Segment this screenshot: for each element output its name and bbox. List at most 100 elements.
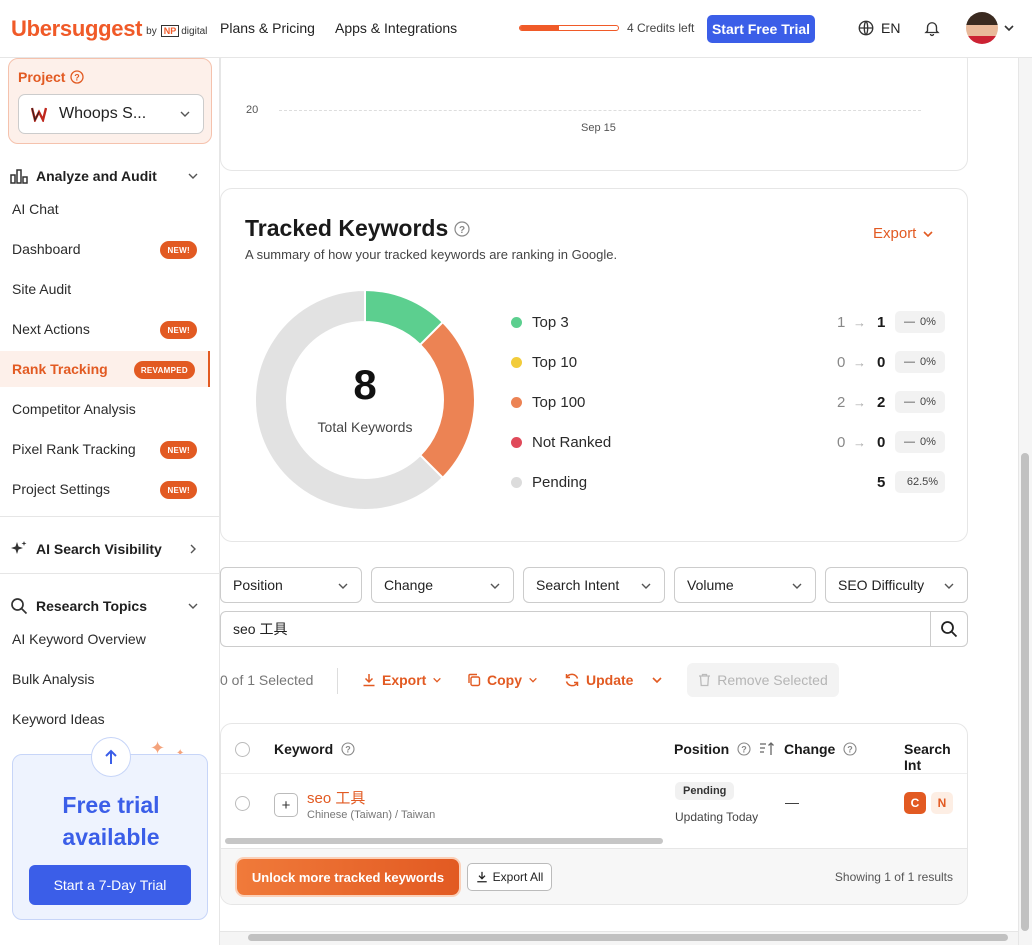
main-content: 20 Sep 15 Tracked Keywords ? A summary o… <box>220 58 1032 945</box>
help-icon[interactable]: ? <box>454 220 470 237</box>
new-badge: NEW! <box>160 481 197 499</box>
row-checkbox[interactable] <box>235 796 250 811</box>
filter-volume[interactable]: Volume <box>674 567 816 603</box>
filter-change[interactable]: Change <box>371 567 514 603</box>
section-research-label: Research Topics <box>36 598 148 614</box>
sidebar-item-keyword-ideas[interactable]: Keyword Ideas <box>0 701 210 737</box>
expand-row-button[interactable]: + <box>274 793 298 817</box>
help-icon[interactable]: ? <box>737 742 751 756</box>
copy-button[interactable]: Copy <box>467 672 538 688</box>
ubersuggest-logo[interactable]: Ubersuggest by NP digital <box>11 16 207 42</box>
arrow-up-icon <box>91 737 131 777</box>
credits-progress-fill <box>520 26 560 30</box>
chevron-down-icon <box>490 583 500 589</box>
keywords-table: Keyword ? Position ? Change ? Search Int… <box>220 723 968 905</box>
table-horizontal-scrollbar[interactable] <box>225 838 663 844</box>
page-vertical-scrollbar[interactable] <box>1021 453 1029 931</box>
chevron-down-icon <box>180 111 190 117</box>
export-all-button[interactable]: Export All <box>467 863 552 891</box>
section-ai-search-visibility[interactable]: AI Search Visibility <box>0 539 220 559</box>
remove-selected-button[interactable]: Remove Selected <box>687 663 839 697</box>
column-header-label: Change <box>784 741 836 757</box>
sidebar-item-ai-keyword-overview[interactable]: AI Keyword Overview <box>0 621 210 657</box>
chevron-down-icon <box>923 230 933 237</box>
sidebar-item-label: AI Chat <box>12 201 59 217</box>
donut-total-value: 8 <box>353 361 376 408</box>
select-all-checkbox[interactable] <box>235 742 250 757</box>
export-button[interactable]: Export <box>362 672 442 688</box>
sidebar-item-label: Project Settings <box>12 481 111 497</box>
filter-label: Search Intent <box>536 577 620 593</box>
start-free-trial-button[interactable]: Start Free Trial <box>707 15 815 43</box>
sidebar-item-next-actions[interactable]: Next Actions NEW! <box>0 311 210 347</box>
nav-plans-pricing[interactable]: Plans & Pricing <box>220 20 315 36</box>
sidebar-item-pixel-rank-tracking[interactable]: Pixel Rank Tracking NEW! <box>0 431 210 467</box>
chart-y-tick: 20 <box>246 104 259 116</box>
filter-position[interactable]: Position <box>220 567 362 603</box>
arrow-right-icon: → <box>853 394 866 410</box>
column-header-search-intent[interactable]: Search Int <box>904 741 967 773</box>
nav-apps-integrations[interactable]: Apps & Integrations <box>335 20 457 36</box>
keyword-search-input[interactable] <box>221 612 931 646</box>
legend-change-percent: 0% <box>920 436 936 448</box>
update-button[interactable]: Update <box>564 672 663 688</box>
legend-label: Top 3 <box>532 313 569 331</box>
search-button[interactable] <box>930 612 967 646</box>
keywords-donut-chart: 8 Total Keywords <box>254 289 476 511</box>
sidebar-item-label: AI Keyword Overview <box>12 631 146 647</box>
bell-icon[interactable] <box>923 19 941 37</box>
export-dropdown[interactable]: Export <box>873 225 934 242</box>
legend-change-badge: — 0% <box>895 391 945 413</box>
legend-label: Pending <box>532 473 588 491</box>
legend-change-badge: — 0% <box>895 351 945 373</box>
sidebar-item-competitor-analysis[interactable]: Competitor Analysis <box>0 391 210 427</box>
svg-text:?: ? <box>75 73 81 83</box>
project-label-text: Project <box>18 69 66 85</box>
page-horizontal-scrollbar[interactable] <box>248 934 1008 941</box>
free-trial-title-line1: Free trial <box>62 792 160 818</box>
section-research-topics[interactable]: Research Topics <box>0 596 220 616</box>
language-selector[interactable]: EN <box>857 19 900 37</box>
logo-by: by <box>146 25 157 37</box>
sidebar-item-ai-chat[interactable]: AI Chat <box>0 191 210 227</box>
legend-current-value: 2 <box>877 393 886 411</box>
keyword-link[interactable]: seo 工具 <box>307 787 365 808</box>
legend-current-value: 0 <box>877 353 886 371</box>
help-icon[interactable]: ? <box>70 70 85 84</box>
chevron-down-icon <box>188 173 198 179</box>
table-footer: Unlock more tracked keywords Export All … <box>221 848 967 904</box>
legend-change-dash: — <box>904 396 916 408</box>
legend-color-dot <box>511 476 522 488</box>
filter-seo-difficulty[interactable]: SEO Difficulty <box>825 567 968 603</box>
user-avatar[interactable] <box>966 12 998 44</box>
column-header-change[interactable]: Change ? <box>784 741 857 757</box>
sort-icon[interactable] <box>759 742 775 756</box>
section-analyze-audit[interactable]: Analyze and Audit <box>0 166 220 186</box>
sidebar-item-rank-tracking[interactable]: Rank Tracking REVAMPED <box>0 351 210 387</box>
sidebar-item-dashboard[interactable]: Dashboard NEW! <box>0 231 210 267</box>
update-label: Update <box>586 672 634 688</box>
column-header-keyword[interactable]: Keyword ? <box>274 741 355 757</box>
legend-row: Top 10 0 → 0 — 0% <box>511 350 951 374</box>
legend-change-dash: — <box>904 436 916 448</box>
chevron-right-icon <box>190 544 196 554</box>
project-select[interactable]: Whoops S... <box>18 94 204 134</box>
tracked-keywords-title-text: Tracked Keywords <box>245 215 449 241</box>
chevron-down-icon[interactable] <box>1003 22 1015 34</box>
help-icon[interactable]: ? <box>341 742 355 756</box>
sidebar-item-site-audit[interactable]: Site Audit <box>0 271 210 307</box>
free-trial-title-line2: available <box>62 824 160 850</box>
arrow-right-icon: → <box>853 354 866 370</box>
column-header-position[interactable]: Position ? <box>674 741 775 757</box>
keyword-search-box <box>220 611 968 647</box>
svg-text:?: ? <box>741 745 747 755</box>
start-7-day-trial-button[interactable]: Start a 7-Day Trial <box>29 865 191 905</box>
chevron-down-icon <box>433 677 442 683</box>
help-icon[interactable]: ? <box>843 742 857 756</box>
legend-change-badge: — 0% <box>895 431 945 453</box>
sidebar-item-bulk-analysis[interactable]: Bulk Analysis <box>0 661 210 697</box>
sidebar-item-project-settings[interactable]: Project Settings NEW! <box>0 471 210 507</box>
filter-search-intent[interactable]: Search Intent <box>523 567 665 603</box>
language-label: EN <box>881 20 901 36</box>
unlock-more-keywords-button[interactable]: Unlock more tracked keywords <box>237 859 459 895</box>
